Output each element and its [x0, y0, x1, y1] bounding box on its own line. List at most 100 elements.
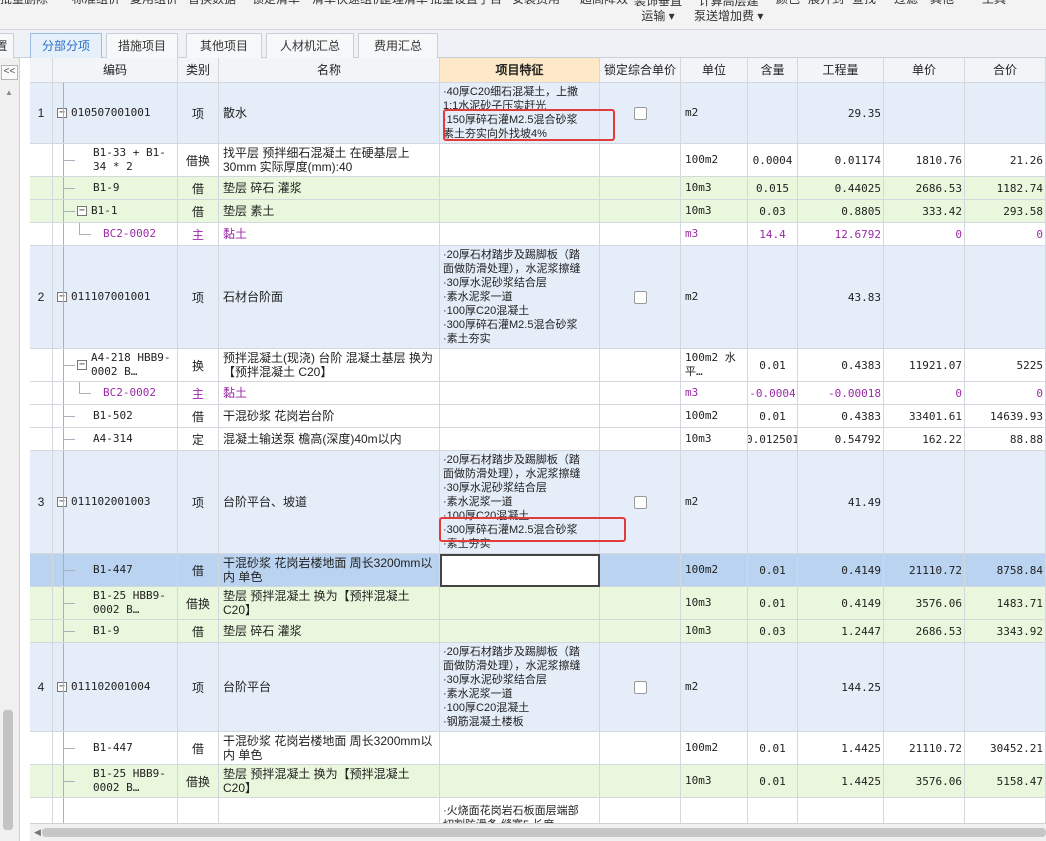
quota-row[interactable]: B1-447 借干混砂浆 花岗岩楼地面 周长3200mm以内 单色 100m2 0.0…: [30, 732, 1046, 765]
toolbar-button[interactable]: 颜色: [776, 0, 800, 7]
type-cell[interactable]: 借: [178, 554, 219, 587]
lock-price-cell[interactable]: [600, 798, 681, 823]
type-cell[interactable]: 主: [178, 223, 219, 246]
quantity-ratio-cell[interactable]: 0.03: [748, 200, 798, 223]
type-cell[interactable]: 借换: [178, 587, 219, 620]
vertical-scrollbar[interactable]: [3, 100, 13, 830]
code-cell[interactable]: B1-9: [53, 620, 178, 643]
scroll-left-arrow-icon[interactable]: ◀: [34, 827, 41, 838]
type-cell[interactable]: 项: [178, 643, 219, 732]
toolbar-button[interactable]: 展开到: [808, 0, 844, 7]
column-header[interactable]: 单价: [884, 58, 965, 83]
code-cell[interactable]: B1-447: [53, 554, 178, 587]
type-cell[interactable]: 项: [178, 83, 219, 144]
lock-price-cell[interactable]: [600, 177, 681, 200]
toolbar-button[interactable]: 装饰垂直 运输 ▾: [634, 0, 682, 24]
features-cell[interactable]: ·20厚石材踏步及踢脚板（踏 面做防滑处理），水泥浆擦缝 ·30厚水泥砂浆结合层 ·素…: [440, 451, 600, 554]
tree-collapse-icon[interactable]: −: [57, 292, 67, 302]
amount-cell[interactable]: 0.4149: [798, 554, 884, 587]
name-cell[interactable]: 混凝土输送泵 檐高(深度)40m以内: [219, 428, 440, 451]
column-header[interactable]: 类别: [178, 58, 219, 83]
name-cell[interactable]: 干混砂浆 花岗岩楼地面 周长3200mm以内 单色: [219, 732, 440, 765]
features-cell[interactable]: [440, 405, 600, 428]
name-cell[interactable]: 石材台阶面: [219, 246, 440, 349]
toolbar-button[interactable]: 锁定清单: [252, 0, 300, 7]
code-cell[interactable]: B1-447: [53, 732, 178, 765]
unit-cell[interactable]: 100m2: [681, 732, 748, 765]
quantity-ratio-cell[interactable]: [748, 246, 798, 349]
name-cell[interactable]: 干混砂浆 花岗岩楼地面 周长3200mm以内 单色: [219, 554, 440, 587]
lock-price-checkbox[interactable]: [633, 680, 647, 694]
code-cell[interactable]: B1-502: [53, 405, 178, 428]
code-cell[interactable]: B1-25 HBB9-0002 B…: [53, 765, 178, 798]
quantity-ratio-cell[interactable]: 0.03: [748, 620, 798, 643]
tree-collapse-icon[interactable]: −: [77, 360, 87, 370]
unit-cell[interactable]: m3: [681, 223, 748, 246]
code-cell[interactable]: −011102001003: [53, 451, 178, 554]
amount-cell[interactable]: 0.54792: [798, 428, 884, 451]
amount-cell[interactable]: 43.83: [798, 246, 884, 349]
name-cell[interactable]: 找平层 预拌细石混凝土 在硬基层上 30mm 实际厚度(mm):40: [219, 144, 440, 177]
scroll-up-arrow-icon[interactable]: ▲: [5, 88, 13, 97]
quantity-ratio-cell[interactable]: 0.01: [748, 732, 798, 765]
toolbar-button[interactable]: 复用组价: [130, 0, 178, 7]
features-cell[interactable]: [440, 587, 600, 620]
quota-row[interactable]: BC2-0002 主黏土 m3 -0.0004 -0.00018 0 0: [30, 382, 1046, 405]
type-cell[interactable]: 借: [178, 200, 219, 223]
column-header[interactable]: 项目特征: [440, 58, 600, 83]
bill-item-row[interactable]: 3−011102001003 项台阶平台、坡道 ·20厚石材踏步及踢脚板（踏 面做防滑…: [30, 451, 1046, 554]
code-cell[interactable]: B1-9: [53, 177, 178, 200]
features-cell[interactable]: [440, 765, 600, 798]
code-cell[interactable]: − B1-1: [53, 200, 178, 223]
toolbar-button[interactable]: 其他: [930, 0, 954, 7]
quantity-ratio-cell[interactable]: 0.01: [748, 405, 798, 428]
name-cell[interactable]: 黏土: [219, 223, 440, 246]
unit-cell[interactable]: 100m2: [681, 144, 748, 177]
column-header[interactable]: 合价: [965, 58, 1046, 83]
name-cell[interactable]: 台阶平台: [219, 643, 440, 732]
quantity-ratio-cell[interactable]: 0.0004: [748, 144, 798, 177]
amount-cell[interactable]: 0.44025: [798, 177, 884, 200]
name-cell[interactable]: 垫层 预拌混凝土 换为【预拌混凝土 C20】: [219, 587, 440, 620]
name-cell[interactable]: 台阶平台、坡道: [219, 451, 440, 554]
type-cell[interactable]: [178, 798, 219, 823]
amount-cell[interactable]: 1.4425: [798, 732, 884, 765]
quantity-ratio-cell[interactable]: 0.01: [748, 554, 798, 587]
type-cell[interactable]: 定: [178, 428, 219, 451]
toolbar-button[interactable]: 超高降效: [580, 0, 628, 7]
code-cell[interactable]: [53, 798, 178, 823]
name-cell[interactable]: 散水: [219, 83, 440, 144]
toolbar-button[interactable]: 过滤: [894, 0, 918, 7]
features-cell[interactable]: [440, 620, 600, 643]
type-cell[interactable]: 借: [178, 732, 219, 765]
toolbar-button[interactable]: 批量设置子目: [430, 0, 502, 7]
lock-price-cell[interactable]: [600, 732, 681, 765]
unit-cell[interactable]: 10m3: [681, 765, 748, 798]
lock-price-cell[interactable]: [600, 587, 681, 620]
tree-collapse-icon[interactable]: −: [57, 497, 67, 507]
features-cell[interactable]: ·20厚石材踏步及踢脚板（踏 面做防滑处理），水泥浆擦缝 ·30厚水泥砂浆结合层 ·素…: [440, 246, 600, 349]
vertical-scrollbar-thumb[interactable]: [3, 710, 13, 830]
name-cell[interactable]: 垫层 碎石 灌浆: [219, 620, 440, 643]
quota-row[interactable]: BC2-0002 主黏土 m3 14.4 12.6792 0 0: [30, 223, 1046, 246]
unit-cell[interactable]: 100m2: [681, 405, 748, 428]
type-cell[interactable]: 借: [178, 177, 219, 200]
quota-row[interactable]: B1-25 HBB9-0002 B… 借换 垫层 预拌混凝土 换为【预拌混凝土 C2…: [30, 587, 1046, 620]
toolbar-button[interactable]: 标准组价: [72, 0, 120, 7]
tab-4[interactable]: 人材机汇总: [266, 33, 354, 58]
quota-row[interactable]: ·火烧面花岗岩石板面层端部切割防滑条 缝宽5 长度: [30, 798, 1046, 823]
features-cell[interactable]: [440, 732, 600, 765]
features-cell[interactable]: [440, 428, 600, 451]
features-cell[interactable]: [440, 177, 600, 200]
amount-cell[interactable]: 1.2447: [798, 620, 884, 643]
unit-cell[interactable]: 10m3: [681, 620, 748, 643]
name-cell[interactable]: 垫层 素土: [219, 200, 440, 223]
lock-price-cell[interactable]: [600, 643, 681, 732]
horizontal-scrollbar[interactable]: ◀: [30, 823, 1046, 841]
quota-row[interactable]: B1-9 借垫层 碎石 灌浆 10m3 0.015 0.44025 2686.53 1182…: [30, 177, 1046, 200]
toolbar-button[interactable]: 清单快速组价: [312, 0, 384, 7]
column-header[interactable]: 工程量: [798, 58, 884, 83]
amount-cell[interactable]: 0.4383: [798, 349, 884, 382]
amount-cell[interactable]: [798, 798, 884, 823]
lock-price-cell[interactable]: [600, 223, 681, 246]
